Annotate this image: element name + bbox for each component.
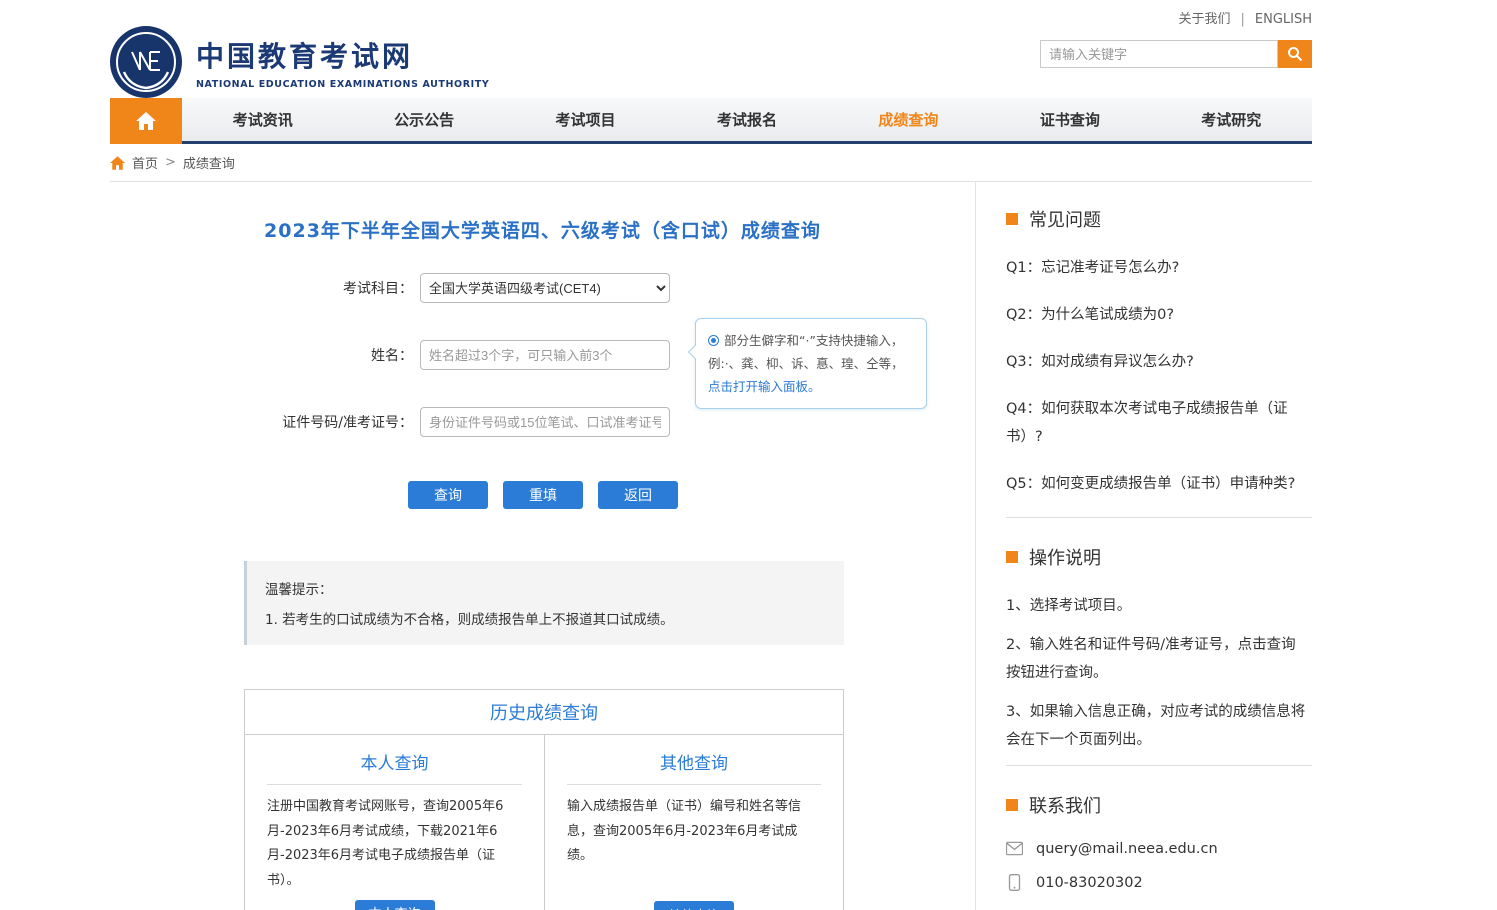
neea-logo-icon [110,26,182,98]
tooltip-arrow [688,345,702,359]
notice-line: 1. 若考生的口试成绩为不合格，则成绩报告单上不报道其口试成绩。 [265,608,826,628]
instructions-section-header: 操作说明 [1006,544,1312,570]
faq-title: 常见问题 [1029,206,1101,232]
brand-text: 中国教育考试网 NATIONAL EDUCATION EXAMINATIONS … [196,35,489,90]
history-other-desc: 输入成绩报告单（证书）编号和姓名等信息，查询2005年6月-2023年6月考试成… [567,795,821,869]
back-button[interactable]: 返回 [598,481,678,509]
history-self-desc: 注册中国教育考试网账号，查询2005年6月-2023年6月考试成绩，下载2021… [267,795,522,894]
notice-title: 温馨提示： [265,578,826,598]
faq-item-q4[interactable]: Q4：如何获取本次考试电子成绩报告单（证书）? [1006,395,1306,451]
form-buttons: 查询 重填 返回 [408,481,975,509]
nav-item-registration[interactable]: 考试报名 [666,98,827,141]
instruction-step-1: 1、选择考试项目。 [1006,592,1306,620]
subject-label: 考试科目： [110,278,420,298]
subject-select[interactable]: 全国大学英语四级考试(CET4) [420,273,670,303]
faq-section-header: 常见问题 [1006,206,1312,232]
history-title: 历史成绩查询 [490,699,598,725]
search-icon [1287,46,1303,62]
english-link[interactable]: ENGLISH [1255,12,1312,27]
about-us-link[interactable]: 关于我们 [1178,12,1230,27]
notice-box: 温馨提示： 1. 若考生的口试成绩为不合格，则成绩报告单上不报道其口试成绩。 [244,561,844,645]
faq-item-q5[interactable]: Q5：如何变更成绩报告单（证书）申请种类? [1006,470,1306,498]
sidebar-divider [1006,765,1312,766]
orange-square-bullet-icon [1006,799,1018,811]
score-query-form: 考试科目： 全国大学英语四级考试(CET4) 姓名： 部分生僻字和“·”支持快捷… [110,273,975,509]
id-input[interactable] [420,407,670,437]
subject-row: 考试科目： 全国大学英语四级考试(CET4) [110,273,975,303]
history-other-column: 其他查询 输入成绩报告单（证书）编号和姓名等信息，查询2005年6月-2023年… [544,735,843,910]
site-logo-block[interactable]: 中国教育考试网 NATIONAL EDUCATION EXAMINATIONS … [110,26,489,98]
name-row: 姓名： 部分生僻字和“·”支持快捷输入，例:·、龚、枊、诉、惪、瑝、仝等，点击打… [110,340,975,370]
site-search [1040,40,1312,68]
rare-character-tooltip: 部分生僻字和“·”支持快捷输入，例:·、龚、枊、诉、惪、瑝、仝等， 点击打开输入面… [695,318,927,409]
phone-icon [1006,874,1023,891]
breadcrumb-separator: > [165,155,176,170]
history-other-title: 其他查询 [567,749,821,785]
topbar-divider: | [1240,12,1244,27]
home-icon [136,112,156,130]
nav-item-exam-research[interactable]: 考试研究 [1151,98,1312,141]
faq-item-q3[interactable]: Q3：如对成绩有异议怎么办? [1006,348,1306,376]
nav-item-announcements[interactable]: 公示公告 [343,98,504,141]
site-title: 中国教育考试网 [196,35,489,75]
other-query-button[interactable]: 其他查询 [654,901,734,910]
instruction-step-3: 3、如果输入信息正确，对应考试的成绩信息将会在下一个页面列出。 [1006,698,1306,754]
search-button[interactable] [1278,40,1312,68]
history-header: 历史成绩查询 [245,690,843,735]
history-query-box: 历史成绩查询 本人查询 注册中国教育考试网账号，查询2005年6月-2023年6… [244,689,844,910]
contact-phone: 010-83020302 [1036,875,1143,891]
nav-item-score-query[interactable]: 成绩查询 [828,98,989,141]
nav-item-certificate-query[interactable]: 证书查询 [989,98,1150,141]
faq-item-q2[interactable]: Q2：为什么笔试成绩为0? [1006,301,1306,329]
history-self-column: 本人查询 注册中国教育考试网账号，查询2005年6月-2023年6月考试成绩，下… [245,735,544,910]
email-icon [1006,840,1023,857]
id-label: 证件号码/准考证号： [110,412,420,432]
id-row: 证件号码/准考证号： [110,407,975,437]
header: 中国教育考试网 NATIONAL EDUCATION EXAMINATIONS … [110,26,1312,98]
breadcrumb-current: 成绩查询 [183,153,235,172]
history-self-title: 本人查询 [267,749,522,785]
search-input[interactable] [1040,40,1278,68]
reset-button[interactable]: 重填 [503,481,583,509]
query-button[interactable]: 查询 [408,481,488,509]
contact-email-row: query@mail.neea.edu.cn [1006,840,1312,857]
orange-square-bullet-icon [1006,551,1018,563]
contact-email: query@mail.neea.edu.cn [1036,841,1218,857]
page-title: 2023年下半年全国大学英语四、六级考试（含口试）成绩查询 [110,216,975,243]
self-query-button[interactable]: 本人查询 [355,900,435,910]
breadcrumb: 首页 > 成绩查询 [110,144,1312,182]
name-input[interactable] [420,340,670,370]
nav-home-button[interactable] [110,98,182,144]
nav-item-exam-projects[interactable]: 考试项目 [505,98,666,141]
main-nav: 考试资讯 公示公告 考试项目 考试报名 成绩查询 证书查询 考试研究 [110,98,1312,144]
site-subtitle: NATIONAL EDUCATION EXAMINATIONS AUTHORIT… [196,79,489,90]
instruction-step-2: 2、输入姓名和证件号码/准考证号，点击查询按钮进行查询。 [1006,631,1306,687]
sidebar: 常见问题 Q1：忘记准考证号怎么办? Q2：为什么笔试成绩为0? Q3：如对成绩… [975,182,1312,910]
instructions-title: 操作说明 [1029,544,1101,570]
orange-square-bullet-icon [1006,213,1018,225]
contact-title: 联系我们 [1029,792,1101,818]
faq-item-q1[interactable]: Q1：忘记准考证号怎么办? [1006,254,1306,282]
nav-item-exam-news[interactable]: 考试资讯 [182,98,343,141]
main-column: 2023年下半年全国大学英语四、六级考试（含口试）成绩查询 考试科目： 全国大学… [110,182,975,910]
breadcrumb-home-link[interactable]: 首页 [132,153,158,172]
topbar: 关于我们 | ENGLISH [110,0,1312,26]
name-label: 姓名： [110,345,420,365]
content: 2023年下半年全国大学英语四、六级考试（含口试）成绩查询 考试科目： 全国大学… [110,182,1312,910]
radio-selected-icon [708,335,719,346]
contact-phone-row: 010-83020302 [1006,874,1312,891]
history-columns: 本人查询 注册中国教育考试网账号，查询2005年6月-2023年6月考试成绩，下… [245,735,843,910]
contact-section-header: 联系我们 [1006,792,1312,818]
sidebar-divider [1006,517,1312,518]
open-input-panel-link[interactable]: 点击打开输入面板。 [708,379,821,394]
tooltip-text: 部分生僻字和“·”支持快捷输入，例:·、龚、枊、诉、惪、瑝、仝等， [708,333,904,371]
breadcrumb-home-icon [110,156,125,170]
